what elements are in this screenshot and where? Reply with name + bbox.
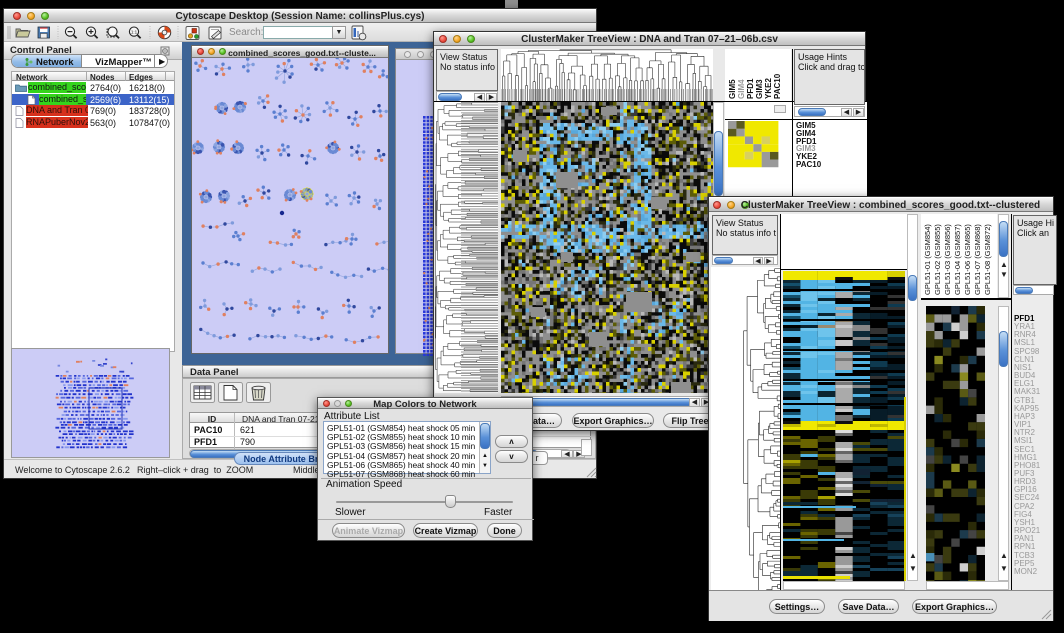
svg-text:GPL51-04 (GSM857): GPL51-04 (GSM857) xyxy=(953,224,962,295)
svg-text:GIM5: GIM5 xyxy=(728,79,737,99)
svg-text:GPL51-03 (GSM856): GPL51-03 (GSM856) xyxy=(943,224,952,295)
svg-text:GPL51-06 (GSM865): GPL51-06 (GSM865) xyxy=(963,224,972,295)
svg-text:PFD1: PFD1 xyxy=(746,78,755,99)
svg-text:GPL51-02 (GSM855): GPL51-02 (GSM855) xyxy=(933,224,942,295)
svg-text:GIM3: GIM3 xyxy=(755,79,764,99)
svg-text:GPL51-07 (GSM868): GPL51-07 (GSM868) xyxy=(973,224,982,295)
svg-text:GPL51-08 (GSM872): GPL51-08 (GSM872) xyxy=(983,224,992,295)
svg-text:GPL51-01 (GSM854): GPL51-01 (GSM854) xyxy=(923,224,932,295)
svg-text:1:1: 1:1 xyxy=(131,30,138,35)
svg-text:GIM4: GIM4 xyxy=(737,79,746,99)
svg-text:YKE2: YKE2 xyxy=(764,78,773,99)
svg-text:PAC10: PAC10 xyxy=(773,73,782,99)
